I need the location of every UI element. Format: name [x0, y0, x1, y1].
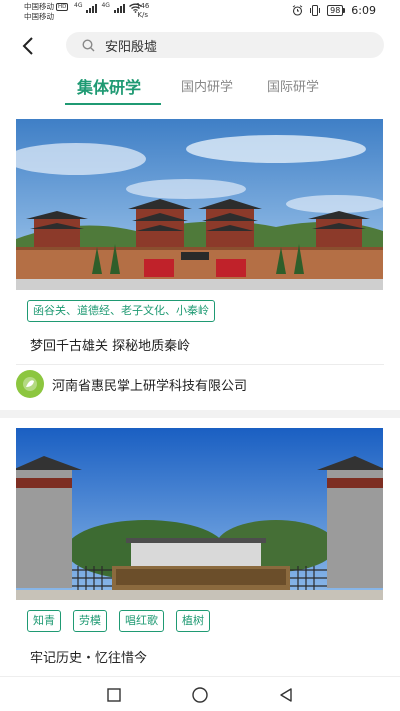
trip-card[interactable]: 知青 劳模 唱红歌 植树 牢记历史・忆往惜今 [0, 418, 400, 676]
active-tab-indicator [65, 103, 161, 105]
divider [16, 364, 384, 365]
trip-feed[interactable]: 函谷关、道德经、老子文化、小秦岭 梦回千古雄关 探秘地质秦岭 河南省惠民掌上研学… [0, 114, 400, 676]
trip-title[interactable]: 梦回千古雄关 探秘地质秦岭 [30, 335, 190, 354]
tab-bar: 集体研学 国内研学 国际研学 [0, 70, 400, 114]
trip-photo-hangu-pass[interactable] [16, 119, 383, 290]
memorial-image [16, 428, 383, 600]
carrier-2: 中国移动 [24, 11, 54, 21]
tag[interactable]: 函谷关、道德经、老子文化、小秦岭 [27, 300, 215, 322]
speed-value: 146 [136, 2, 150, 10]
speed-unit: K/s [137, 10, 148, 19]
carrier-1: 中国移动 [24, 2, 54, 11]
carrier-info: 中国移动 HD 中国移动 [24, 2, 69, 21]
chevron-left-icon [22, 37, 33, 55]
leaf-icon [23, 377, 37, 391]
tag[interactable]: 植树 [176, 610, 210, 632]
search-icon [82, 38, 95, 51]
tab-group-study[interactable]: 集体研学 [77, 74, 141, 98]
tag[interactable]: 唱红歌 [119, 610, 164, 632]
status-right: 98 6:09 [292, 4, 376, 17]
back-button[interactable] [14, 32, 42, 60]
system-back-button[interactable] [274, 683, 298, 707]
tag[interactable]: 劳模 [73, 610, 107, 632]
vibrate-icon [310, 5, 321, 16]
signal-icon [86, 3, 98, 13]
network-type: 4G [74, 2, 83, 9]
trip-card[interactable]: 函谷关、道德经、老子文化、小秦岭 梦回千古雄关 探秘地质秦岭 河南省惠民掌上研学… [0, 114, 400, 410]
recent-apps-button[interactable] [102, 683, 126, 707]
tab-international-study[interactable]: 国际研学 [267, 76, 319, 95]
network-type-2: 4G [101, 2, 110, 9]
trip-photo-memorial[interactable] [16, 428, 383, 600]
status-bar: 中国移动 HD 中国移动 4G 4G 146 K/s 98 6:09 [0, 0, 400, 24]
tab-domestic-study[interactable]: 国内研学 [181, 76, 233, 95]
app-header [0, 24, 400, 70]
tag[interactable]: 知青 [27, 610, 61, 632]
back-triangle-icon [280, 688, 292, 702]
trip-title[interactable]: 牢记历史・忆往惜今 [30, 647, 147, 666]
search-input[interactable] [105, 37, 335, 53]
system-nav-bar [0, 676, 400, 711]
alarm-icon [292, 5, 303, 16]
recent-apps-icon [107, 688, 121, 702]
tag-list: 函谷关、道德经、老子文化、小秦岭 [27, 300, 215, 322]
battery-level: 98 [327, 5, 344, 16]
tag-list: 知青 劳模 唱红歌 植树 [27, 610, 210, 632]
hangu-pass-image [16, 119, 383, 290]
organization-logo [16, 370, 44, 398]
organization-row[interactable]: 河南省惠民掌上研学科技有限公司 [16, 370, 247, 398]
hd-badge: HD [56, 2, 69, 11]
search-bar[interactable] [66, 32, 384, 58]
clock: 6:09 [351, 4, 376, 17]
home-button[interactable] [188, 683, 212, 707]
network-speed: 146 K/s [136, 2, 149, 19]
organization-name: 河南省惠民掌上研学科技有限公司 [52, 378, 248, 394]
signal-block: 4G 4G [74, 3, 142, 13]
home-icon [192, 687, 208, 703]
battery-icon: 98 [327, 5, 346, 16]
signal-icon-2 [113, 3, 125, 13]
